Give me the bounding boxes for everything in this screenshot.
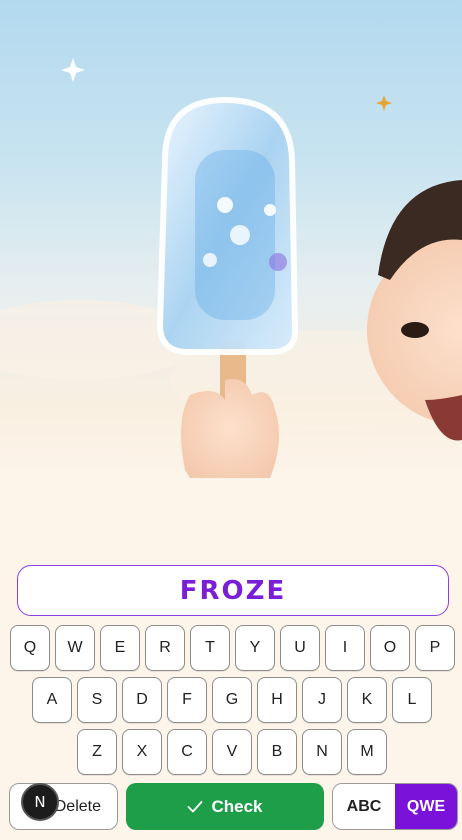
key-c[interactable]: C (167, 729, 207, 775)
key-g[interactable]: G (212, 677, 252, 723)
key-t[interactable]: T (190, 625, 230, 671)
key-w[interactable]: W (55, 625, 95, 671)
key-m[interactable]: M (347, 729, 387, 775)
key-v[interactable]: V (212, 729, 252, 775)
check-button[interactable]: Check (126, 783, 324, 830)
key-y[interactable]: Y (235, 625, 275, 671)
key-u[interactable]: U (280, 625, 320, 671)
key-l[interactable]: L (392, 677, 432, 723)
key-b[interactable]: B (257, 729, 297, 775)
key-f[interactable]: F (167, 677, 207, 723)
checkmark-icon (188, 800, 203, 812)
key-x[interactable]: X (122, 729, 162, 775)
layout-qwe-option[interactable]: QWE (395, 784, 457, 829)
keyboard-layout-toggle: ABC QWE (332, 783, 458, 830)
key-z[interactable]: Z (77, 729, 117, 775)
key-d[interactable]: D (122, 677, 162, 723)
layout-abc-option[interactable]: ABC (333, 784, 395, 829)
sparkle-icon (61, 58, 85, 82)
key-n[interactable]: N (302, 729, 342, 775)
check-label: Check (211, 796, 263, 816)
popsicle-illustration (0, 58, 462, 478)
key-r[interactable]: R (145, 625, 185, 671)
key-q[interactable]: Q (10, 625, 50, 671)
hero-image (0, 0, 462, 478)
key-p[interactable]: P (415, 625, 455, 671)
key-i[interactable]: I (325, 625, 365, 671)
avatar-initial: N (34, 793, 46, 811)
delete-label: Delete (54, 797, 101, 815)
key-h[interactable]: H (257, 677, 297, 723)
key-e[interactable]: E (100, 625, 140, 671)
avatar[interactable]: N (21, 783, 59, 821)
answer-word: FROZE (179, 575, 287, 606)
key-a[interactable]: A (32, 677, 72, 723)
key-s[interactable]: S (77, 677, 117, 723)
key-o[interactable]: O (370, 625, 410, 671)
sparkle-icon (376, 95, 392, 111)
key-k[interactable]: K (347, 677, 387, 723)
answer-box: FROZE (17, 565, 449, 616)
key-j[interactable]: J (302, 677, 342, 723)
